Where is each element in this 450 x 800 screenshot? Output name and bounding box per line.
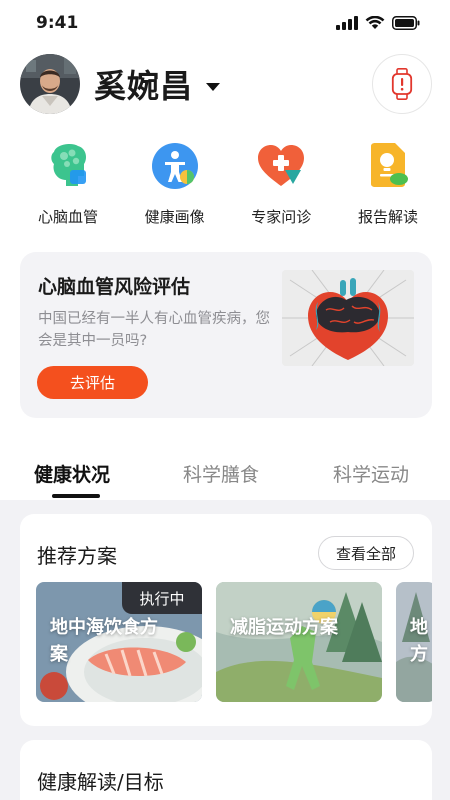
quick-nav-profile[interactable]: 健康画像 [125,140,225,230]
recommended-plans-card: 推荐方案 查看全部 执行中 地中海饮食方案 减脂运动方案 地方 [20,514,432,726]
cellular-signal-icon [336,16,358,30]
status-icons [336,16,420,30]
quick-nav-label: 专家问诊 [251,208,312,226]
medical-heart-icon [258,145,305,186]
caret-down-icon[interactable] [205,82,221,92]
assess-button[interactable]: 去评估 [37,366,148,399]
view-all-button[interactable]: 查看全部 [318,536,414,570]
plan-tile-mediterranean[interactable]: 执行中 地中海饮食方案 [36,582,202,702]
quick-nav-label: 心脑血管 [37,208,98,226]
quick-nav: 心脑血管 健康画像 专家问诊 报告解读 [0,140,450,230]
risk-card-description: 中国已经有一半人有心血管疾病，您会是其中一员吗? [38,311,270,349]
battery-icon [392,16,420,30]
status-bar: 9:41 [0,0,450,46]
avatar[interactable] [20,54,80,114]
plan-status-badge: 执行中 [122,582,202,614]
plan-tile-label: 减脂运动方案 [230,617,338,638]
content-tabs: 健康状况 科学膳食 科学运动 [0,450,450,502]
heart-illustration [282,270,414,366]
risk-assessment-card[interactable]: 心脑血管风险评估 中国已经有一半人有心血管疾病，您会是其中一员吗? 去评估 [20,252,432,418]
plan-tile-fat-loss[interactable]: 减脂运动方案 [216,582,382,702]
status-time: 9:41 [36,13,79,33]
user-name[interactable]: 奚婉昌 [94,61,193,107]
plans-title: 推荐方案 [37,544,117,568]
brain-icon [51,144,86,186]
quick-nav-report[interactable]: 报告解读 [338,140,438,230]
quick-nav-cardio[interactable]: 心脑血管 [18,140,118,230]
plan-tile-label: 地方 [410,617,428,665]
tab-health-status[interactable]: 健康状况 [34,460,110,487]
profile-header: 奚婉昌 [0,52,450,116]
plan-tile-label: 地中海饮食方案 [50,617,158,665]
quick-nav-label: 健康画像 [144,208,205,226]
health-goals-card[interactable]: 健康解读/目标 [20,740,432,800]
wifi-icon [365,16,385,29]
tab-diet[interactable]: 科学膳食 [183,460,259,487]
person-icon [151,143,198,189]
smartwatch-alert-icon [391,68,413,100]
plan-tile-partial[interactable]: 地方 [396,582,432,702]
goals-title: 健康解读/目标 [37,770,164,794]
tab-exercise[interactable]: 科学运动 [333,460,409,487]
risk-card-title: 心脑血管风险评估 [38,276,191,298]
quick-nav-label: 报告解读 [357,208,418,226]
smartwatch-button[interactable] [372,54,432,114]
report-icon [370,143,408,187]
active-tab-indicator [52,494,100,498]
quick-nav-consult[interactable]: 专家问诊 [231,140,331,230]
